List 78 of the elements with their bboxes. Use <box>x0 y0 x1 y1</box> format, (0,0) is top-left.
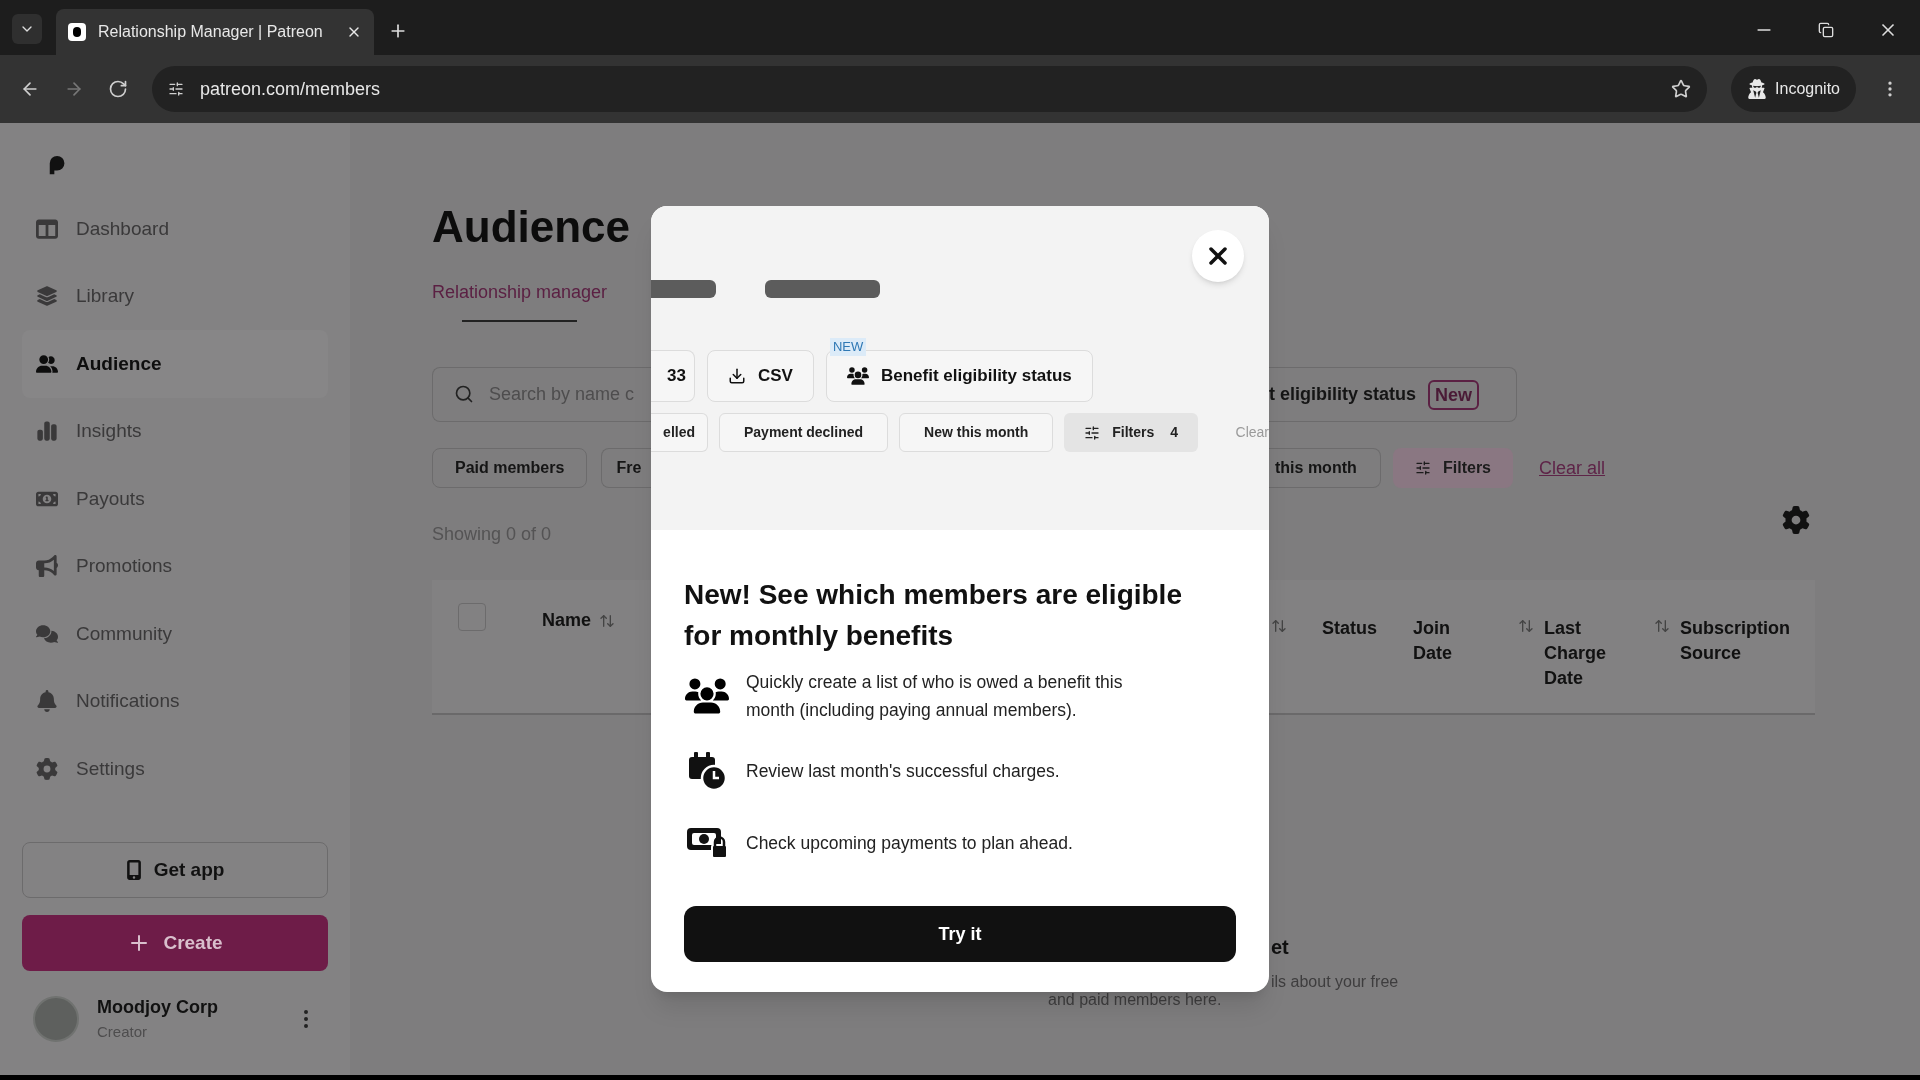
phone-icon <box>125 860 142 880</box>
get-app-button[interactable]: Get app <box>22 842 328 898</box>
feature-text: Review last month's successful charges. <box>746 760 1061 783</box>
sliders-icon <box>1084 424 1101 441</box>
feature-text: Quickly create a list of who is owed a benefit this month (including paying annual members). <box>746 671 1124 722</box>
column-header[interactable]: Name <box>542 607 592 634</box>
close-button[interactable] <box>1192 230 1244 282</box>
dialog-title: New! See which members are eligible for monthly benefits <box>684 578 1183 653</box>
sort-icon[interactable] <box>1271 618 1287 634</box>
settings-icon[interactable] <box>1782 506 1810 534</box>
placeholder-bar <box>651 280 716 298</box>
preview-chip[interactable]: Payment declined <box>719 413 889 452</box>
url-text: patreon.com/members <box>200 77 382 101</box>
settings-icon <box>36 757 58 780</box>
restore-icon[interactable] <box>1818 22 1834 38</box>
nav-item[interactable]: Payouts <box>22 465 328 533</box>
new-badge: New <box>1428 379 1480 410</box>
nav-item[interactable]: Settings <box>22 735 328 803</box>
sort-icon[interactable] <box>599 612 616 629</box>
browser-tab[interactable]: Relationship Manager | Patreon <box>56 9 374 55</box>
column-header[interactable]: Join Date <box>1413 616 1473 666</box>
column-header[interactable]: Subscription Source <box>1680 616 1790 666</box>
site-settings-icon[interactable] <box>168 81 184 97</box>
layout-icon <box>36 217 58 240</box>
empty-state-text: ils about your free <box>1270 972 1400 992</box>
reload-icon[interactable] <box>108 79 128 99</box>
sort-icon[interactable] <box>1654 618 1670 634</box>
tab-list-button[interactable] <box>12 14 42 44</box>
nav-item[interactable]: Promotions <box>22 532 328 600</box>
new-badge: NEW <box>829 338 867 356</box>
empty-state-title: et <box>1270 935 1290 960</box>
preview-chip[interactable]: Filters 4 <box>1064 413 1199 452</box>
download-icon <box>728 367 746 385</box>
clear-all-link[interactable]: Clear all <box>1539 454 1606 482</box>
bar-chart-icon <box>36 420 58 443</box>
create-button[interactable]: Create <box>22 915 328 971</box>
people-icon <box>685 678 729 714</box>
nav-item[interactable]: Audience <box>22 330 328 398</box>
feature-text: Check upcoming payments to plan ahead. <box>746 832 1074 855</box>
calendar-clock-icon <box>687 751 727 791</box>
preview-chip[interactable]: elled <box>651 413 708 452</box>
stack-icon <box>36 285 58 308</box>
tab-title: Relationship Manager | Patreon <box>98 22 324 42</box>
profile-button[interactable]: Incognito <box>1731 66 1856 112</box>
filter-count: 4 <box>1170 423 1179 442</box>
page-title: Audience <box>432 201 632 253</box>
incognito-icon <box>1747 79 1768 99</box>
page-tab[interactable]: Relationship manager <box>432 279 608 322</box>
nav-item[interactable]: Community <box>22 600 328 668</box>
benefit-status-button[interactable]: t eligibility status New <box>1269 367 1517 422</box>
nav-item[interactable]: Dashboard <box>22 195 328 263</box>
bell-icon <box>36 690 58 713</box>
site-icon <box>68 23 86 41</box>
column-header[interactable]: Status <box>1322 616 1382 641</box>
sort-icon[interactable] <box>1518 618 1534 634</box>
people-icon <box>846 367 869 385</box>
bookmark-star-icon[interactable] <box>1671 79 1692 99</box>
clear-text: Clear <box>1235 423 1269 442</box>
nav-item[interactable]: Insights <box>22 397 328 465</box>
nav-item[interactable]: Notifications <box>22 667 328 735</box>
column-header[interactable]: Last Charge Date <box>1544 616 1606 691</box>
filter-chip[interactable]: Filters <box>1393 448 1513 488</box>
user-name: Moodjoy Corp <box>97 996 219 1020</box>
chat-icon <box>36 622 58 645</box>
preview-button[interactable]: Benefit eligibility status <box>825 350 1093 402</box>
try-it-button[interactable]: Try it <box>684 906 1236 962</box>
people-icon <box>36 352 58 375</box>
filter-chip[interactable]: Paid members <box>432 448 588 488</box>
preview-button[interactable]: CSV <box>707 350 814 402</box>
address-bar[interactable]: patreon.com/members <box>152 66 1708 112</box>
preview-button[interactable]: 33 <box>651 350 695 402</box>
sliders-icon <box>1415 460 1431 476</box>
megaphone-icon <box>36 555 58 578</box>
avatar <box>33 996 79 1042</box>
search-icon <box>454 384 474 404</box>
preview-chip[interactable]: New this month <box>899 413 1054 452</box>
nav-item[interactable]: Library <box>22 262 328 330</box>
empty-state-text: and paid members here. <box>1047 990 1223 1010</box>
